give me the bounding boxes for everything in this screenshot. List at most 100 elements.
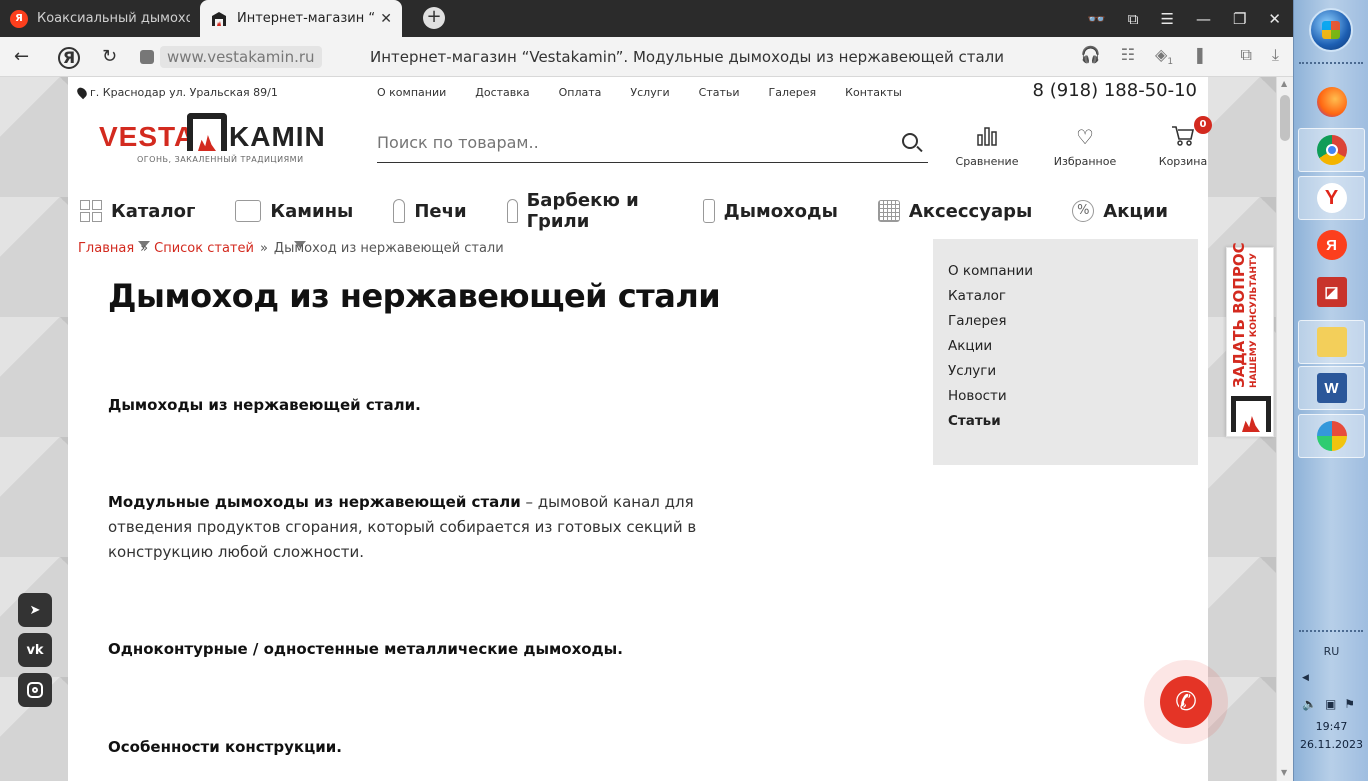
fireplace-icon xyxy=(210,10,228,28)
page-scrollbar[interactable]: ▲ ▼ xyxy=(1276,77,1293,781)
sidebar-item-promotions[interactable]: Акции xyxy=(948,334,1183,359)
menu-stoves[interactable]: Печи xyxy=(393,190,467,232)
close-tab-icon[interactable]: ✕ xyxy=(380,11,392,27)
bookmarks-icon[interactable]: ⧉ xyxy=(1128,10,1139,28)
article-paragraph-3: Одноконтурные / одностенные металлически… xyxy=(108,640,623,658)
back-arrow-icon[interactable]: ← xyxy=(14,46,29,67)
search-icon[interactable] xyxy=(902,133,918,149)
tab-inactive[interactable]: Я Коаксиальный дымоход В xyxy=(0,0,200,37)
volume-icon[interactable]: 🔈 xyxy=(1302,697,1317,711)
bookmark-icon[interactable]: ❚ xyxy=(1193,45,1206,67)
new-tab-button[interactable]: + xyxy=(423,7,445,29)
topnav-gallery[interactable]: Галерея xyxy=(769,86,817,99)
header-actions: Сравнение ♡ Избранное 0 Корзина xyxy=(938,116,1232,168)
taskbar-paint[interactable] xyxy=(1298,414,1365,458)
fireplace-icon xyxy=(1231,396,1271,432)
yandex-icon: Я xyxy=(10,9,28,28)
breadcrumb-home[interactable]: Главная xyxy=(78,241,134,256)
word-icon: W xyxy=(1316,373,1347,403)
download-icon[interactable]: ⤓ xyxy=(1272,45,1279,67)
telegram-icon[interactable]: ➤ xyxy=(18,593,52,627)
vk-icon[interactable]: vk xyxy=(18,633,52,667)
top-info-line: г. Краснодар ул. Уральская 89/1 О компан… xyxy=(68,77,1208,107)
fireplace-icon xyxy=(235,200,262,222)
favorites-button[interactable]: ♡ Избранное xyxy=(1036,125,1134,168)
article-content: Дымоход из нержавеющей стали Дымоходы из… xyxy=(108,277,768,756)
close-window-icon[interactable]: ✕ xyxy=(1268,10,1281,28)
percent-icon: % xyxy=(1072,200,1095,222)
url-text[interactable]: www.vestakamin.ru xyxy=(160,46,322,68)
headphones-icon[interactable]: 🎧 xyxy=(1081,45,1101,67)
start-button[interactable] xyxy=(1309,8,1353,52)
scrollbar-thumb[interactable] xyxy=(1280,95,1290,141)
taskbar-chrome[interactable] xyxy=(1298,128,1365,172)
taskbar-word[interactable]: W xyxy=(1298,366,1365,410)
menu-catalog[interactable]: Каталог xyxy=(80,190,195,248)
logo-word-vesta: VESTA xyxy=(99,121,196,152)
reader-glasses-icon[interactable]: 👓 xyxy=(1087,10,1106,28)
extensions-icon[interactable]: ⧉ xyxy=(1240,45,1251,67)
taskbar-yandex[interactable]: Я xyxy=(1298,223,1365,267)
site-logo[interactable]: VESTA KAMIN ОГОНЬ, ЗАКАЛЕННЫЙ ТРАДИЦИЯМИ xyxy=(99,113,326,169)
taskbar-image-app[interactable]: ◪ xyxy=(1298,270,1365,314)
url-field[interactable]: www.vestakamin.ru xyxy=(140,45,322,69)
menu-accessories[interactable]: Аксессуары xyxy=(877,190,1033,232)
phone-number[interactable]: 8 (918) 188-50-10 xyxy=(1033,80,1197,101)
menu-chimneys[interactable]: Дымоходы xyxy=(702,190,838,232)
reader-icon[interactable]: ☷ xyxy=(1121,45,1135,67)
topnav-contacts[interactable]: Контакты xyxy=(845,86,902,99)
menu-fireplaces[interactable]: Камины xyxy=(235,190,354,248)
scroll-down-icon[interactable]: ▼ xyxy=(1281,768,1287,777)
logo-word-kamin: KAMIN xyxy=(229,121,326,152)
menu-label: Камины xyxy=(270,200,354,222)
sidebar-item-about[interactable]: О компании xyxy=(948,259,1183,284)
page-viewport: г. Краснодар ул. Уральская 89/1 О компан… xyxy=(0,77,1276,781)
compare-button[interactable]: Сравнение xyxy=(938,125,1036,168)
clock-date[interactable]: 26.11.2023 xyxy=(1294,738,1368,751)
cart-button[interactable]: 0 Корзина xyxy=(1134,116,1232,168)
ask-line-2: НАШЕМУ КОНСУЛЬТАНТУ xyxy=(1249,253,1259,388)
search-input[interactable] xyxy=(377,127,887,157)
firefox-icon xyxy=(1316,87,1347,117)
sidebar-item-services[interactable]: Услуги xyxy=(948,359,1183,384)
clock-time[interactable]: 19:47 xyxy=(1294,720,1368,733)
topnav-about[interactable]: О компании xyxy=(377,86,446,99)
menu-icon[interactable]: ☰ xyxy=(1161,10,1174,28)
topnav-delivery[interactable]: Доставка xyxy=(475,86,529,99)
sidebar-item-gallery[interactable]: Галерея xyxy=(948,309,1183,334)
scroll-up-icon[interactable]: ▲ xyxy=(1281,79,1287,88)
restore-icon[interactable]: ❐ xyxy=(1233,10,1246,28)
menu-label: Аксессуары xyxy=(908,200,1033,222)
tab-active[interactable]: Интернет-магазин “Ves ✕ xyxy=(200,0,402,37)
article-paragraph-1: Дымоходы из нержавеющей стали. xyxy=(108,396,421,414)
phone-call-icon[interactable]: ✆ xyxy=(1160,676,1212,728)
topnav-articles[interactable]: Статьи xyxy=(699,86,740,99)
taskbar-yandex-browser[interactable]: Y xyxy=(1298,176,1365,220)
breadcrumb-articles[interactable]: Список статей xyxy=(154,241,254,256)
topnav-services[interactable]: Услуги xyxy=(630,86,669,99)
instagram-icon[interactable] xyxy=(18,673,52,707)
action-center-icon[interactable]: ⚑ xyxy=(1344,697,1355,711)
sidebar-item-news[interactable]: Новости xyxy=(948,384,1183,409)
taskbar-explorer[interactable] xyxy=(1298,320,1365,364)
accessories-icon xyxy=(877,200,900,222)
minimize-icon[interactable]: — xyxy=(1196,10,1211,28)
heart-icon: ♡ xyxy=(1076,125,1094,149)
sidebar-item-catalog[interactable]: Каталог xyxy=(948,284,1183,309)
ask-question-widget[interactable]: ЗАДАТЬ ВОПРОС НАШЕМУ КОНСУЛЬТАНТУ xyxy=(1226,242,1274,437)
network-icon[interactable]: ▣ xyxy=(1325,697,1336,711)
sidebar-item-articles[interactable]: Статьи xyxy=(948,409,1183,434)
menu-bbq[interactable]: Барбекю и Грили xyxy=(506,190,663,232)
menu-promotions[interactable]: % Акции xyxy=(1072,190,1168,232)
tray-expand-icon[interactable]: ◀ xyxy=(1302,673,1309,683)
map-pin-icon xyxy=(75,85,89,100)
taskbar-firefox[interactable] xyxy=(1298,80,1365,124)
compare-label: Сравнение xyxy=(955,155,1019,168)
language-indicator[interactable]: RU xyxy=(1294,645,1368,658)
menu-label: Акции xyxy=(1103,200,1168,222)
yandex-button[interactable]: Я xyxy=(58,47,80,69)
address-bar-icons: 🎧 ☷ ◈1 ❚ ⧉ ⤓ xyxy=(1081,45,1279,67)
reload-icon[interactable]: ↻ xyxy=(102,46,117,67)
lens-icon[interactable]: ◈1 xyxy=(1155,45,1173,67)
topnav-payment[interactable]: Оплата xyxy=(559,86,602,99)
